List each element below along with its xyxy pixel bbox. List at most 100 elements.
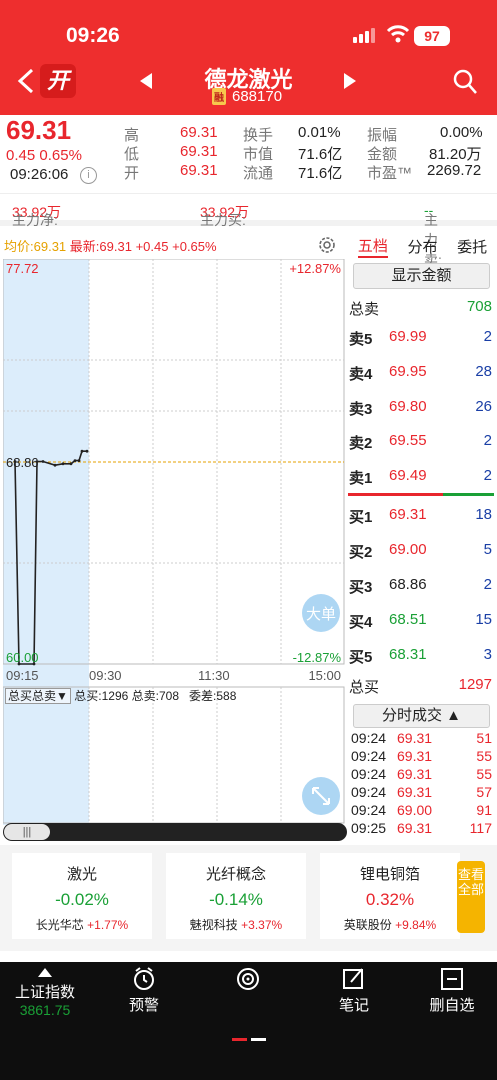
ask-volume: 2: [483, 328, 492, 345]
price-point: [17, 662, 21, 666]
gear-icon[interactable]: [316, 234, 338, 256]
tick-time: 09:24: [351, 748, 387, 764]
tick-volume: 51: [476, 730, 492, 746]
intraday-chart[interactable]: 77.72 68.86 60.00 +12.87% -12.87% 09:15 …: [2, 258, 345, 825]
sector-card-0[interactable]: 激光 -0.02% 长光华芯 +1.77%: [12, 853, 152, 939]
tab-level5[interactable]: 五档: [357, 235, 388, 258]
ask-row: 卖4 69.95 28: [348, 363, 494, 383]
top-bar: 09:26 97 开 德龙激光 融 688170: [0, 0, 497, 115]
ask-price: 69.95: [389, 362, 427, 380]
stat-turnover-label: 换手: [243, 127, 274, 144]
price-point: [73, 459, 77, 462]
bid-row: 买2 69.00 5: [348, 541, 494, 561]
tick-row: 09:24 69.31 51: [351, 730, 494, 747]
ask-volume: 2: [483, 432, 492, 450]
stat-pe: 2269.72: [427, 162, 482, 179]
bid-volume: 18: [475, 506, 492, 523]
margin-badge: 融: [212, 88, 226, 105]
tab-distribution[interactable]: 分布: [407, 236, 437, 257]
view-all-button[interactable]: 查看全部: [457, 861, 485, 933]
current-price: 69.31: [6, 115, 72, 145]
ask-volume: 28: [475, 362, 492, 380]
nav-alert[interactable]: 预警: [104, 966, 184, 1015]
next-stock-arrow-icon[interactable]: [344, 73, 356, 89]
bid-label: 买2: [349, 544, 373, 561]
scrollbar[interactable]: |||: [3, 823, 347, 841]
price-point: [85, 449, 89, 453]
minus-square-icon: [441, 968, 463, 990]
status-time: 09:26: [66, 24, 120, 47]
y-mid-label: 68.86: [6, 455, 39, 470]
ask-row: 卖2 69.55 2: [348, 432, 494, 452]
nav-target[interactable]: [208, 966, 288, 994]
tick-time: 09:24: [351, 802, 387, 818]
tick-price: 69.00: [397, 802, 433, 818]
stat-low-label: 低: [124, 146, 140, 163]
battery-icon: 97: [414, 26, 450, 46]
bid-price: 68.51: [389, 611, 427, 628]
pct-min-label: -12.87%: [293, 650, 342, 665]
stat-mktcap-label: 市值: [243, 146, 274, 163]
chart-canvas: 77.72 68.86 60.00 +12.87% -12.87% 09:15 …: [2, 258, 345, 825]
tick-row: 09:25 69.31 117: [351, 820, 494, 837]
sector-card-2[interactable]: 锂电铜箔 0.32% 英联股份 +9.84%: [320, 853, 460, 939]
show-amount-button[interactable]: 显示金额: [353, 263, 490, 289]
ask-label: 卖2: [349, 435, 373, 453]
tick-volume: 55: [476, 766, 492, 782]
total-buy-row: 总买 1297: [349, 676, 492, 696]
nav-note[interactable]: 笔记: [314, 966, 394, 1015]
tick-row: 09:24 69.31 55: [351, 748, 494, 765]
caret-up-icon: [38, 968, 52, 977]
volume-grid: [88, 687, 282, 823]
order-tabs: 五档 分布 委托: [348, 232, 497, 260]
tick-time: 09:24: [351, 766, 387, 782]
main-fund-flow: 主力净: 33.92万 主力买: 33.92万 主力卖: --: [0, 193, 497, 268]
tick-time: 09:24: [351, 730, 387, 746]
price-change: 0.45 0.65%: [6, 147, 82, 164]
stat-amount: 81.20万: [429, 146, 482, 163]
ticks-button[interactable]: 分时成交 ▲: [353, 704, 490, 728]
price-point: [77, 459, 81, 462]
bid-volume: 2: [483, 576, 492, 593]
price-point: [41, 460, 45, 463]
sector-card-1[interactable]: 光纤概念 -0.14% 魅视科技 +3.37%: [166, 853, 306, 939]
price-point: [80, 449, 84, 453]
bid-row: 买4 68.51 15: [348, 611, 494, 631]
ask-label: 卖4: [349, 365, 373, 383]
tab-orders[interactable]: 委托: [457, 236, 487, 257]
price-point: [61, 462, 65, 466]
order-book-panel: 五档 分布 委托 显示金额 总卖 708 卖5 69.99 2 卖4 69.95 28 卖3 6…: [348, 232, 497, 836]
stock-code: 688170: [232, 88, 283, 105]
page-indicator: [232, 1038, 266, 1041]
ask-row: 卖3 69.80 26: [348, 398, 494, 418]
buy-flow: 主力买: 33.92万: [200, 204, 250, 228]
ask-row: 卖5 69.99 2: [348, 328, 494, 348]
bid-price: 68.86: [389, 576, 427, 593]
volume-header: 总买总卖▼ 总买:1296 总卖:708 委差:588: [5, 687, 236, 704]
bid-label: 买5: [349, 649, 373, 666]
ask-price: 69.99: [389, 328, 427, 345]
tick-price: 69.31: [397, 820, 433, 836]
ask-label: 卖3: [349, 400, 373, 418]
volume-selector[interactable]: 总买总卖▼: [5, 688, 71, 704]
stat-open-label: 开: [124, 165, 140, 182]
tick-price: 69.31: [397, 766, 433, 782]
info-icon[interactable]: i: [80, 167, 97, 184]
ratio-bar-buy: [443, 493, 494, 496]
bid-row: 买1 69.31 18: [348, 506, 494, 526]
search-icon[interactable]: [452, 68, 478, 96]
stat-amplitude: 0.00%: [440, 124, 483, 141]
nav-remove-watch[interactable]: 删自选: [412, 966, 492, 1015]
y-max-label: 77.72: [6, 261, 39, 276]
stat-low: 69.31: [180, 143, 218, 160]
ask-label: 卖1: [349, 470, 373, 488]
x-label-1500: 15:00: [308, 668, 341, 683]
scroll-thumb[interactable]: |||: [4, 824, 50, 840]
stat-float: 71.6亿: [298, 165, 343, 182]
bid-label: 买4: [349, 614, 373, 631]
nav-index[interactable]: 上证指数 3861.75: [5, 966, 85, 1018]
stat-high: 69.31: [180, 124, 218, 141]
ask-price: 69.80: [389, 397, 427, 415]
tick-volume: 57: [476, 784, 492, 800]
tick-time: 09:25: [351, 820, 387, 836]
